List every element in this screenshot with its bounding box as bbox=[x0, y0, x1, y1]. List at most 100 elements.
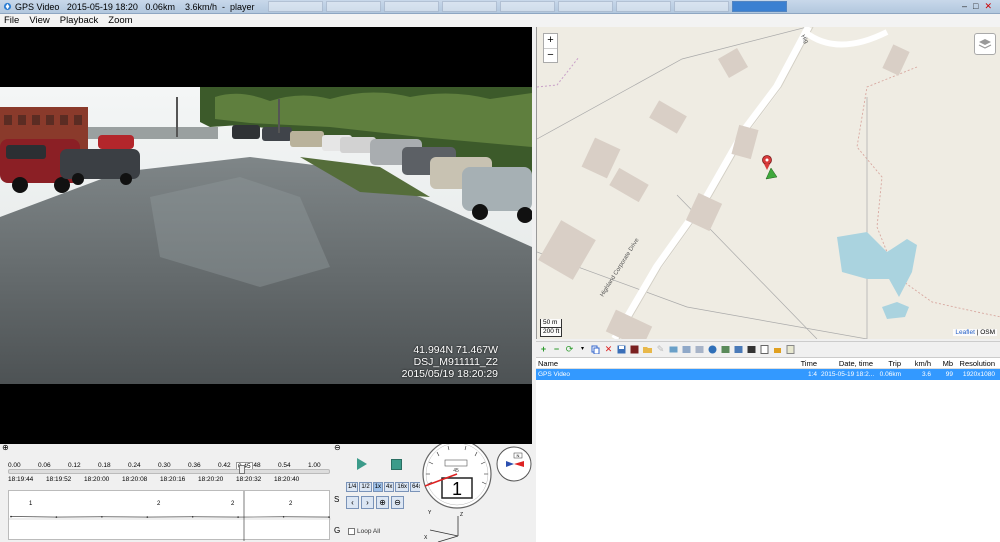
map-attribution: Leaflet | OSM bbox=[953, 329, 997, 336]
chart-icon[interactable] bbox=[734, 345, 743, 354]
taskbar-item[interactable] bbox=[558, 1, 614, 12]
time-tick-label: 18:20:20 bbox=[198, 476, 224, 483]
table-row[interactable]: GPS Video 1:4 2015-05-19 18:2... 0.06km … bbox=[536, 369, 1000, 380]
photo-icon[interactable] bbox=[669, 345, 678, 354]
filter-icon[interactable] bbox=[695, 345, 704, 354]
row-resolution: 1920x1080 bbox=[962, 371, 995, 378]
image-icon[interactable] bbox=[721, 345, 730, 354]
gauges-panel: 45 1 N Z Y X bbox=[420, 444, 536, 542]
taskbar-item-active[interactable] bbox=[732, 1, 788, 12]
menu-view[interactable]: View bbox=[29, 15, 49, 26]
col-time[interactable]: Time bbox=[764, 358, 819, 368]
edit-icon[interactable]: ✎ bbox=[656, 344, 665, 354]
menu-zoom[interactable]: Zoom bbox=[108, 15, 132, 26]
map-zoom-in-button[interactable]: + bbox=[544, 34, 557, 48]
add-icon[interactable]: + bbox=[539, 344, 548, 354]
col-mb[interactable]: Mb bbox=[933, 358, 955, 368]
globe-icon[interactable] bbox=[708, 345, 717, 354]
col-name[interactable]: Name bbox=[536, 358, 764, 368]
lock-icon[interactable] bbox=[773, 345, 782, 354]
speed-graph[interactable]: 10101222 bbox=[8, 490, 331, 541]
overlay-coordinates: 41.994N 71.467W bbox=[413, 344, 498, 356]
loop-option[interactable]: Loop All bbox=[348, 528, 380, 535]
menu-file[interactable]: File bbox=[4, 15, 19, 26]
loop-checkbox[interactable] bbox=[348, 528, 355, 535]
speedometer-gauge: 45 1 bbox=[422, 444, 492, 509]
save-icon[interactable] bbox=[617, 345, 626, 354]
app-icon bbox=[3, 2, 12, 11]
delete-icon[interactable]: ✕ bbox=[604, 344, 613, 354]
video-player[interactable]: 41.994N 71.467W DSJ_M911111_Z2 2015/05/1… bbox=[0, 27, 532, 444]
map-zoom-out-button[interactable]: − bbox=[544, 48, 557, 62]
list-toolbar: + − ⟳ ▾ ✕ ✎ bbox=[536, 341, 1000, 356]
taskbar-item[interactable] bbox=[500, 1, 556, 12]
graph-data-point bbox=[146, 516, 149, 518]
tilt-label-z: Z bbox=[460, 512, 463, 518]
timeline-slider-thumb[interactable] bbox=[239, 465, 245, 474]
playback-controls: 1/4 1/2 1x 4x 16x 64x ‹ › ⊕ ⊖ Loop All bbox=[346, 444, 424, 542]
time-tick-label: 18:19:44 bbox=[8, 476, 34, 483]
film-icon[interactable] bbox=[747, 345, 756, 354]
overlay-timestamp: 2015/05/19 18:20:29 bbox=[401, 368, 498, 380]
map-scale-bar: 50 m 200 ft bbox=[540, 319, 563, 337]
track-marker-icon[interactable] bbox=[762, 155, 772, 171]
settings-icon[interactable] bbox=[682, 345, 691, 354]
speed-option-selected[interactable]: 1x bbox=[372, 482, 384, 492]
km-tick-label: 0.30 bbox=[158, 462, 171, 469]
timeline-slider-track[interactable] bbox=[8, 469, 330, 474]
prev-frame-button[interactable]: ‹ bbox=[346, 496, 359, 509]
window-title: GPS Video 2015-05-19 18:20 0.06km 3.6km/… bbox=[15, 1, 255, 12]
refresh-icon[interactable]: ⟳ bbox=[565, 344, 574, 354]
km-tick-label: 0.00 bbox=[8, 462, 21, 469]
video-frame bbox=[0, 87, 532, 384]
loop-label: Loop All bbox=[357, 528, 381, 535]
speed-option[interactable]: 1/2 bbox=[359, 482, 372, 492]
export-icon[interactable] bbox=[630, 345, 639, 354]
minimize-button[interactable]: – bbox=[962, 1, 967, 12]
frame-nav: ‹ › ⊕ ⊖ bbox=[346, 496, 404, 509]
zoom-out-button[interactable]: ⊖ bbox=[391, 496, 404, 509]
taskbar bbox=[268, 1, 788, 12]
map-view[interactable]: Highland Corporate Drive Hig + − 50 m 20… bbox=[536, 27, 1000, 339]
km-tick-label: 0.36 bbox=[188, 462, 201, 469]
taskbar-item[interactable] bbox=[384, 1, 440, 12]
play-icon[interactable] bbox=[356, 458, 368, 470]
document-icon[interactable] bbox=[760, 344, 769, 354]
remove-icon[interactable]: − bbox=[552, 344, 561, 354]
taskbar-item[interactable] bbox=[616, 1, 672, 12]
graph-series-line bbox=[10, 516, 330, 518]
copy-icon[interactable] bbox=[591, 345, 600, 354]
graph-side-label-top: S bbox=[334, 495, 340, 504]
map-canvas: Highland Corporate Drive Hig bbox=[537, 27, 1000, 339]
layers-icon[interactable] bbox=[974, 33, 996, 55]
map-zoom-control: + − bbox=[543, 33, 558, 63]
folder-icon[interactable] bbox=[643, 345, 652, 354]
col-resolution[interactable]: Resolution bbox=[955, 358, 997, 368]
speed-option[interactable]: 1/4 bbox=[346, 482, 359, 492]
maximize-button[interactable]: □ bbox=[973, 1, 978, 12]
col-datetime[interactable]: Date, time bbox=[819, 358, 875, 368]
leaflet-link[interactable]: Leaflet bbox=[955, 329, 975, 336]
info-icon[interactable] bbox=[786, 344, 795, 354]
time-tick-label: 18:20:16 bbox=[160, 476, 186, 483]
timeline-zoom-out-icon[interactable]: ⊖ bbox=[334, 443, 341, 452]
zoom-in-button[interactable]: ⊕ bbox=[376, 496, 389, 509]
speed-option[interactable]: 16x bbox=[395, 482, 410, 492]
taskbar-item[interactable] bbox=[442, 1, 498, 12]
col-speed[interactable]: km/h bbox=[903, 358, 933, 368]
timeline-zoom-in-icon[interactable]: ⊕ bbox=[2, 443, 9, 452]
taskbar-item[interactable] bbox=[326, 1, 382, 12]
next-frame-button[interactable]: › bbox=[361, 496, 374, 509]
km-tick-label: 0.54 bbox=[278, 462, 291, 469]
title-bar: GPS Video 2015-05-19 18:20 0.06km 3.6km/… bbox=[0, 0, 1000, 14]
taskbar-item[interactable] bbox=[268, 1, 324, 12]
scale-meters: 50 m bbox=[540, 319, 563, 328]
speed-option[interactable]: 4x bbox=[384, 482, 395, 492]
col-trip[interactable]: Trip bbox=[875, 358, 903, 368]
close-button[interactable]: ✕ bbox=[984, 1, 992, 12]
dropdown-icon[interactable]: ▾ bbox=[578, 345, 587, 354]
taskbar-item[interactable] bbox=[674, 1, 730, 12]
km-tick-label: 1.00 bbox=[308, 462, 321, 469]
stop-icon[interactable] bbox=[391, 459, 402, 470]
menu-playback[interactable]: Playback bbox=[60, 15, 99, 26]
